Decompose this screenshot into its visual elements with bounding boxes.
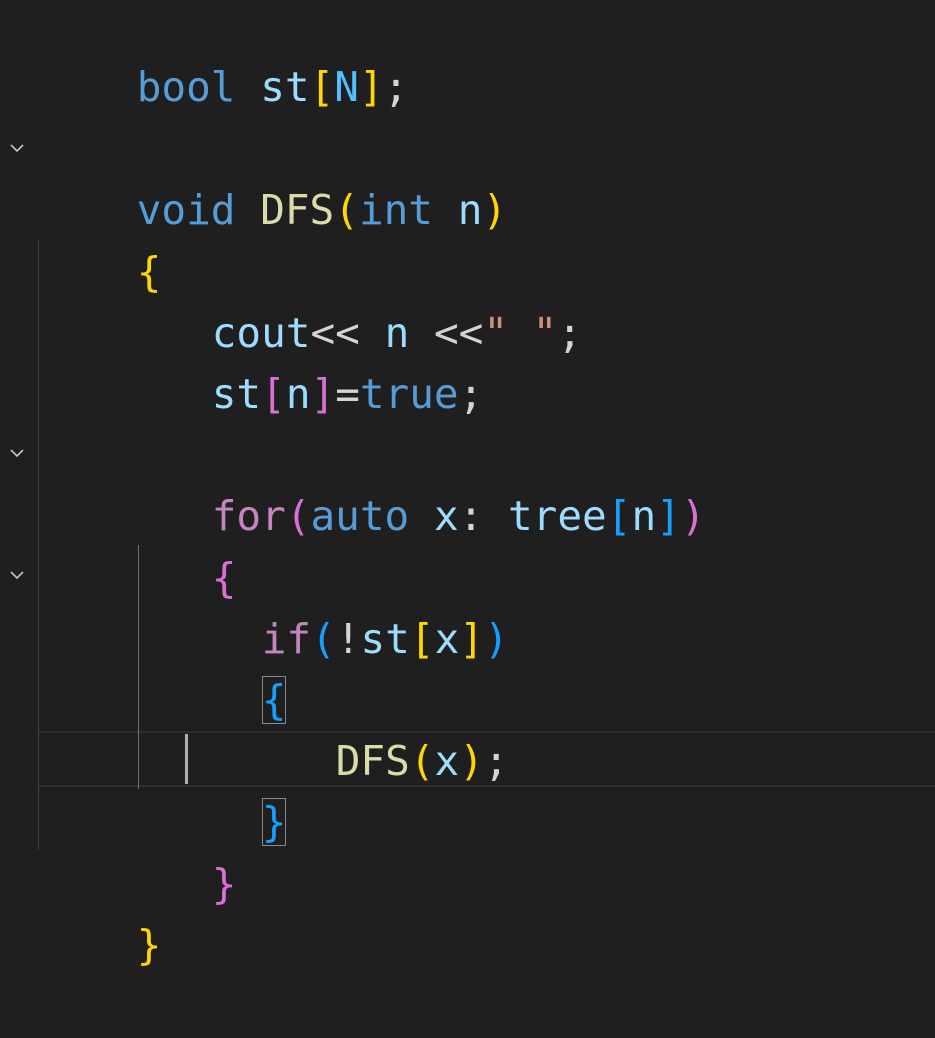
code-line-14[interactable]: } [113, 792, 237, 908]
code-token: ) [483, 614, 509, 663]
code-token: = [335, 369, 360, 418]
code-token: [ [261, 369, 286, 418]
code-token: st [260, 62, 310, 111]
code-line-5[interactable]: cout<< n <<" "; [113, 241, 582, 357]
code-token: int [358, 185, 433, 234]
code-line-13[interactable]: } [163, 730, 287, 846]
code-token: st [211, 369, 262, 418]
code-line-10[interactable]: if(!st[x]) [163, 547, 509, 663]
code-token: ; [483, 736, 509, 785]
code-line-8[interactable]: for(auto x: tree[n]) [113, 424, 706, 540]
code-token: } [211, 859, 237, 908]
code-line-4[interactable]: { [38, 180, 162, 296]
code-token: ; [557, 308, 583, 357]
code-token: [ [606, 491, 632, 540]
code-token: [ [409, 614, 435, 663]
code-token: n [631, 491, 657, 540]
code-token: " " [483, 308, 558, 357]
code-token: ( [311, 614, 336, 663]
chevron-down-icon[interactable] [6, 564, 28, 586]
chevron-down-icon[interactable] [6, 442, 28, 464]
code-token: bool [136, 62, 236, 111]
code-line-1[interactable]: bool st[N]; [38, 0, 409, 111]
code-token: ) [680, 491, 706, 540]
code-token: DFS [335, 736, 410, 785]
code-token: ] [459, 614, 484, 663]
code-token: true [359, 369, 459, 418]
code-token: ] [358, 62, 384, 111]
code-line-15[interactable]: } [38, 853, 162, 969]
code-token: ! [335, 614, 361, 663]
code-token: ; [458, 369, 484, 418]
code-token: DFS [260, 185, 335, 234]
code-token: ( [285, 491, 311, 540]
code-line-6[interactable]: st[n]=true; [113, 302, 484, 418]
code-token: ) [482, 185, 508, 234]
code-token: ) [459, 736, 484, 785]
code-token: auto [310, 491, 410, 540]
code-token: } [261, 797, 287, 846]
code-token: st [360, 614, 410, 663]
code-token: ( [334, 185, 359, 234]
chevron-down-icon[interactable] [6, 137, 28, 159]
code-line-9[interactable]: { [113, 486, 237, 602]
code-token: N [334, 62, 359, 111]
code-token: ( [409, 736, 435, 785]
code-token: } [136, 920, 162, 969]
code-line-11[interactable]: { [163, 608, 287, 724]
text-cursor [185, 734, 188, 784]
code-token: ] [310, 369, 336, 418]
code-line-3[interactable]: void DFS(int n) [38, 118, 507, 234]
code-line-12[interactable]: DFS(x); [237, 669, 509, 785]
code-token: n [457, 185, 483, 234]
code-token: ] [656, 491, 681, 540]
code-token: x [433, 491, 459, 540]
code-token: ; [383, 62, 409, 111]
code-token: x [434, 614, 460, 663]
code-token: : [458, 491, 508, 540]
code-editor[interactable]: bool st[N]; void DFS(int n) { cout<< n <… [0, 0, 935, 969]
code-token: tree [508, 491, 607, 540]
code-token: n [285, 369, 311, 418]
code-token: x [434, 736, 460, 785]
code-token: [ [309, 62, 335, 111]
